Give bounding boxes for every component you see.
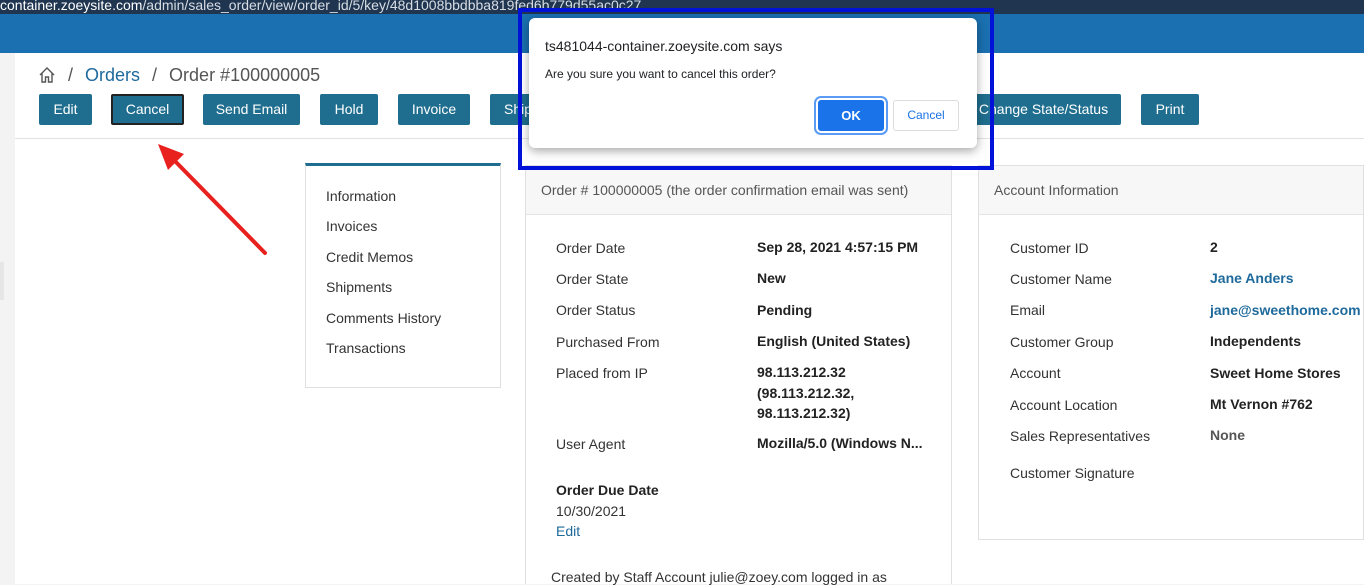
invoice-button[interactable]: Invoice bbox=[398, 94, 470, 125]
order-date-value: Sep 28, 2021 4:57:15 PM bbox=[757, 239, 919, 255]
email-label: Email bbox=[1010, 302, 1046, 318]
created-by-text: Created by Staff Account julie@zoey.com … bbox=[551, 569, 887, 585]
customer-id-label: Customer ID bbox=[1010, 240, 1089, 256]
order-status-label: Order Status bbox=[556, 302, 636, 318]
account-panel-header: Account Information bbox=[979, 166, 1363, 215]
breadcrumb: / Orders / Order #100000005 bbox=[38, 64, 320, 86]
account-location-value: Mt Vernon #762 bbox=[1210, 396, 1313, 412]
send-email-button[interactable]: Send Email bbox=[203, 94, 300, 125]
dialog-ok-button[interactable]: OK bbox=[818, 100, 884, 131]
order-date-label: Order Date bbox=[556, 240, 626, 256]
customer-name-label: Customer Name bbox=[1010, 271, 1112, 287]
tab-credit-memos[interactable]: Credit Memos bbox=[326, 249, 413, 265]
order-panel-header: Order # 100000005 (the order confirmatio… bbox=[526, 166, 951, 215]
dialog-title: ts481044-container.zoeysite.com says bbox=[545, 38, 783, 54]
order-status-value: Pending bbox=[757, 302, 813, 318]
email-link[interactable]: jane@sweethome.com bbox=[1210, 300, 1361, 320]
print-button[interactable]: Print bbox=[1141, 94, 1199, 125]
customer-group-label: Customer Group bbox=[1010, 334, 1114, 350]
confirm-dialog: ts481044-container.zoeysite.com says Are… bbox=[529, 18, 977, 148]
placed-from-ip-line-2: (98.113.212.32, bbox=[757, 385, 855, 401]
purchased-from-label: Purchased From bbox=[556, 334, 660, 350]
customer-name-link[interactable]: Jane Anders bbox=[1210, 268, 1294, 288]
account-label: Account bbox=[1010, 365, 1061, 381]
customer-group-value: Independents bbox=[1210, 333, 1302, 349]
breadcrumb-orders-link[interactable]: Orders bbox=[85, 65, 140, 86]
tab-comments-history[interactable]: Comments History bbox=[326, 310, 441, 326]
order-state-label: Order State bbox=[556, 271, 629, 287]
red-arrow-annotation bbox=[158, 144, 267, 255]
breadcrumb-separator: / bbox=[68, 64, 74, 85]
dialog-cancel-button[interactable]: Cancel bbox=[893, 100, 959, 131]
placed-from-ip-label: Placed from IP bbox=[556, 365, 648, 381]
account-info-panel: Account Information Customer ID 2 Custom… bbox=[978, 165, 1364, 540]
tab-shipments[interactable]: Shipments bbox=[326, 279, 392, 295]
tab-transactions[interactable]: Transactions bbox=[326, 340, 406, 356]
customer-id-value: 2 bbox=[1210, 239, 1218, 255]
dialog-message: Are you sure you want to cancel this ord… bbox=[545, 67, 776, 81]
page-title: Order #100000005 bbox=[169, 64, 321, 85]
order-due-date-label: Order Due Date bbox=[556, 482, 659, 498]
order-state-value: New bbox=[757, 270, 786, 286]
user-agent-label: User Agent bbox=[556, 436, 626, 452]
sales-reps-label: Sales Representatives bbox=[1010, 428, 1151, 444]
url-host: container.zoeysite.com bbox=[0, 0, 143, 13]
cancel-order-button[interactable]: Cancel bbox=[111, 94, 184, 125]
user-agent-value: Mozilla/5.0 (Windows N... bbox=[757, 435, 923, 451]
hold-button[interactable]: Hold bbox=[320, 94, 378, 125]
sales-reps-value: None bbox=[1210, 427, 1245, 443]
breadcrumb-separator: / bbox=[152, 64, 158, 85]
order-info-panel: Order # 100000005 (the order confirmatio… bbox=[525, 165, 952, 585]
customer-signature-label: Customer Signature bbox=[1010, 465, 1135, 481]
order-tabs: Information Invoices Credit Memos Shipme… bbox=[305, 163, 501, 388]
tab-information[interactable]: Information bbox=[326, 188, 396, 204]
account-location-label: Account Location bbox=[1010, 397, 1118, 413]
edit-button[interactable]: Edit bbox=[39, 94, 92, 125]
purchased-from-value: English (United States) bbox=[757, 333, 911, 349]
placed-from-ip-line-3: 98.113.212.32) bbox=[757, 405, 851, 421]
due-date-edit-link[interactable]: Edit bbox=[556, 523, 580, 539]
home-icon[interactable] bbox=[38, 66, 56, 84]
sidebar-edge bbox=[0, 262, 4, 300]
account-value: Sweet Home Stores bbox=[1210, 365, 1341, 381]
placed-from-ip-line-1: 98.113.212.32 bbox=[757, 364, 846, 380]
tab-invoices[interactable]: Invoices bbox=[326, 218, 377, 234]
order-due-date-value: 10/30/2021 bbox=[556, 503, 627, 519]
